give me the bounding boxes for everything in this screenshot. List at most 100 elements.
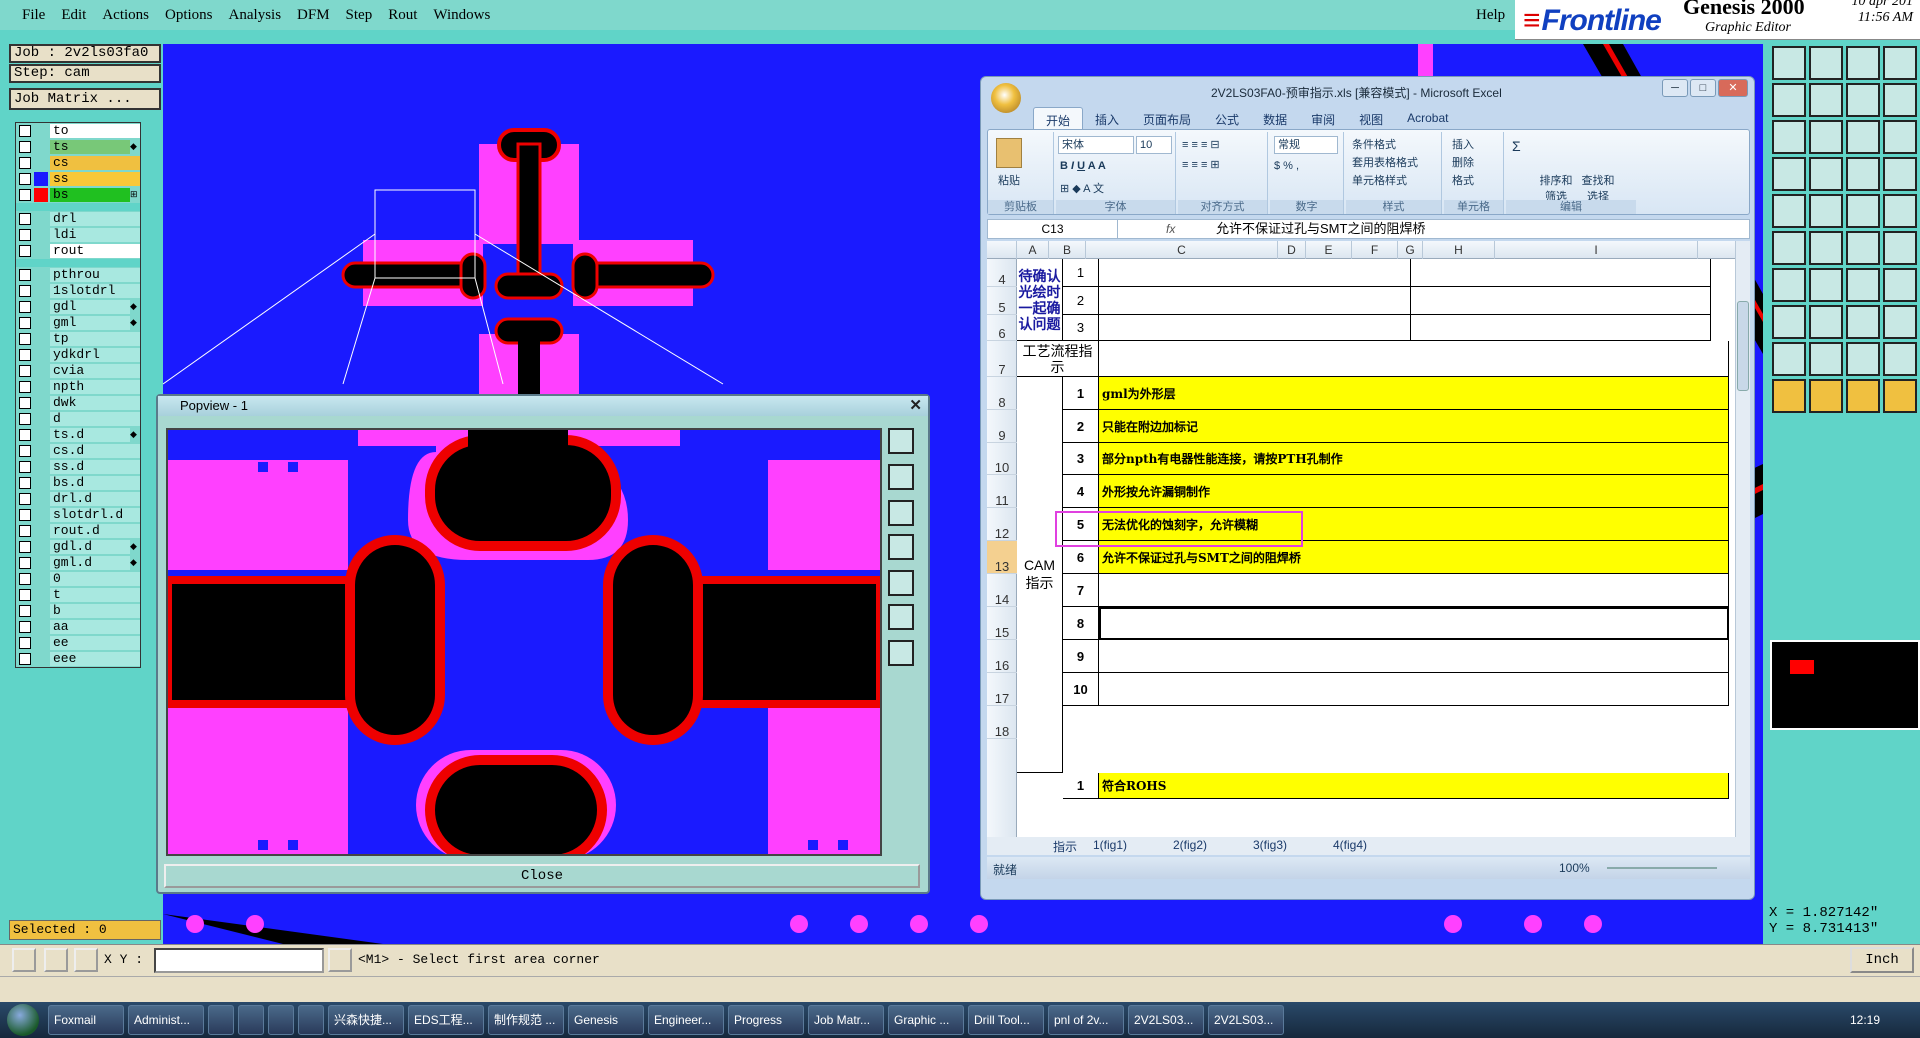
layer-checkbox[interactable] xyxy=(19,124,31,137)
taskbar-item[interactable]: Administ... xyxy=(128,1005,204,1035)
line-icon[interactable] xyxy=(1772,268,1806,302)
empty-cell[interactable] xyxy=(1099,673,1729,706)
xy-input[interactable] xyxy=(154,948,324,973)
align-icons[interactable]: ≡ ≡ ≡ ⊟ xyxy=(1182,138,1220,151)
layer-row[interactable]: ydkdrl xyxy=(16,347,140,363)
layer-checkbox[interactable] xyxy=(19,620,31,633)
instruction-cell[interactable]: 符合ROHS xyxy=(1099,773,1729,799)
layer-row[interactable]: npth xyxy=(16,379,140,395)
zoom-slider[interactable] xyxy=(1607,867,1717,869)
layer-row[interactable]: ts ◆ xyxy=(16,139,140,155)
pan-down-icon[interactable] xyxy=(888,500,914,526)
select-icon[interactable] xyxy=(1772,194,1806,228)
popview-close-button[interactable]: Close xyxy=(164,864,920,888)
number-cell[interactable]: 8 xyxy=(1063,607,1099,640)
taskbar-item[interactable]: 兴森快捷... xyxy=(328,1005,404,1035)
minimize-icon[interactable]: ─ xyxy=(1662,79,1688,97)
number-cell[interactable]: 10 xyxy=(1063,673,1099,706)
layer-checkbox[interactable] xyxy=(19,556,31,569)
sheet-tab[interactable]: 指示 xyxy=(1053,838,1077,855)
layer-row[interactable]: gml.d ◆ xyxy=(16,555,140,571)
layer-checkbox[interactable] xyxy=(19,396,31,409)
layer-row[interactable]: gml ◆ xyxy=(16,315,140,331)
add-icon[interactable] xyxy=(1846,231,1880,265)
number-cell[interactable]: 9 xyxy=(1063,640,1099,673)
popview-close-icon[interactable]: ✕ xyxy=(909,396,922,414)
layer-row[interactable]: gdl.d ◆ xyxy=(16,539,140,555)
home-icon[interactable] xyxy=(888,640,914,666)
layer-checkbox[interactable] xyxy=(19,172,31,185)
ribbon-tab[interactable]: 公式 xyxy=(1203,107,1251,129)
empty-cell[interactable] xyxy=(1099,640,1729,673)
menu-dfm[interactable]: DFM xyxy=(289,7,338,24)
sheet-tab[interactable]: 1(fig1) xyxy=(1093,838,1127,852)
vertical-scrollbar[interactable] xyxy=(1735,241,1750,837)
table-format-button[interactable]: 套用表格格式 xyxy=(1352,154,1418,170)
column-header[interactable]: F xyxy=(1352,241,1398,259)
empty-cell[interactable] xyxy=(1411,287,1711,315)
popview-canvas[interactable] xyxy=(164,428,884,865)
taskbar-item[interactable]: 制作规范 ... xyxy=(488,1005,564,1035)
layer-row[interactable]: rout xyxy=(16,243,140,259)
layer-checkbox[interactable] xyxy=(19,444,31,457)
font-name-select[interactable]: 宋体 xyxy=(1058,136,1134,154)
layer-checkbox[interactable] xyxy=(19,652,31,665)
instruction-cell[interactable]: gml为外形层 xyxy=(1099,377,1729,410)
info-icon[interactable] xyxy=(328,948,352,972)
currency-icon[interactable]: $ % , xyxy=(1274,160,1299,172)
sum-icon[interactable]: Σ xyxy=(1512,138,1521,154)
spreadsheet-grid[interactable]: ABCDEFGHI 4 5 6 7 8 9 10 11 12 13 14 15 16 17 18 待确认光绘… xyxy=(987,241,1735,837)
instruction-cell[interactable]: 无法优化的蚀刻字，允许模糊 xyxy=(1099,508,1729,541)
pan-up-icon[interactable] xyxy=(888,464,914,490)
layer-checkbox[interactable] xyxy=(19,284,31,297)
layer-checkbox[interactable] xyxy=(19,492,31,505)
open-icon[interactable] xyxy=(1772,46,1806,80)
font-size-select[interactable]: 10 xyxy=(1136,136,1172,154)
units-button[interactable]: Inch xyxy=(1850,947,1914,973)
taskbar-item[interactable]: Genesis xyxy=(568,1005,644,1035)
ribbon-tab[interactable]: 页面布局 xyxy=(1131,107,1203,129)
row-header[interactable]: 4 xyxy=(987,259,1017,287)
layer-checkbox[interactable] xyxy=(19,412,31,425)
number-cell[interactable]: 6 xyxy=(1063,541,1099,574)
layer-row[interactable]: cvia xyxy=(16,363,140,379)
snap-icon[interactable] xyxy=(1772,305,1806,339)
row-header[interactable]: 17 xyxy=(987,673,1017,706)
column-header[interactable]: I xyxy=(1495,241,1698,259)
close-icon[interactable]: ✕ xyxy=(1718,79,1748,97)
layer-checkbox[interactable] xyxy=(19,188,31,201)
instruction-cell[interactable]: 部分npth有电器性能连接，请按PTH孔制作 xyxy=(1099,443,1729,475)
paste-icon[interactable] xyxy=(996,138,1022,168)
taskbar-item[interactable] xyxy=(238,1005,264,1035)
layer-row[interactable]: ss.d xyxy=(16,459,140,475)
number-format-select[interactable]: 常规 xyxy=(1274,136,1338,154)
layer-row[interactable]: dwk xyxy=(16,395,140,411)
ribbon-tab[interactable]: 插入 xyxy=(1083,107,1131,129)
row-header[interactable]: 15 xyxy=(987,607,1017,640)
job-matrix-button[interactable]: Job Matrix ... xyxy=(9,88,161,110)
ribbon-tab[interactable]: 视图 xyxy=(1347,107,1395,129)
empty-cell[interactable] xyxy=(1099,259,1411,287)
row-header[interactable]: 9 xyxy=(987,410,1017,443)
taskbar-item[interactable]: Foxmail xyxy=(48,1005,124,1035)
empty-cell[interactable] xyxy=(1411,315,1711,341)
sheet-tab[interactable]: 4(fig4) xyxy=(1333,838,1367,852)
layer-checkbox[interactable] xyxy=(19,348,31,361)
layer-row[interactable]: b xyxy=(16,603,140,619)
menu-windows[interactable]: Windows xyxy=(425,7,498,24)
instruction-cell[interactable]: 外形按允许漏铜制作 xyxy=(1099,475,1729,508)
bold-icon[interactable]: B I U A A xyxy=(1060,160,1106,172)
column-header[interactable]: E xyxy=(1306,241,1352,259)
layer-row[interactable]: drl.d xyxy=(16,491,140,507)
border-fill-icon[interactable]: ⊞ ◆ A 文 xyxy=(1060,180,1104,196)
pad-icon[interactable] xyxy=(1883,231,1917,265)
taskbar-item[interactable]: pnl of 2v... xyxy=(1048,1005,1124,1035)
layer-checkbox[interactable] xyxy=(19,244,31,257)
empty-cell[interactable] xyxy=(1099,341,1729,377)
ribbon-tab[interactable]: 开始 xyxy=(1033,107,1084,129)
pan-right-icon[interactable] xyxy=(888,570,914,596)
number-cell[interactable]: 7 xyxy=(1063,574,1099,607)
layer-row[interactable]: ee xyxy=(16,635,140,651)
pointer-icon[interactable] xyxy=(1883,379,1917,413)
menu-step[interactable]: Step xyxy=(338,7,381,24)
